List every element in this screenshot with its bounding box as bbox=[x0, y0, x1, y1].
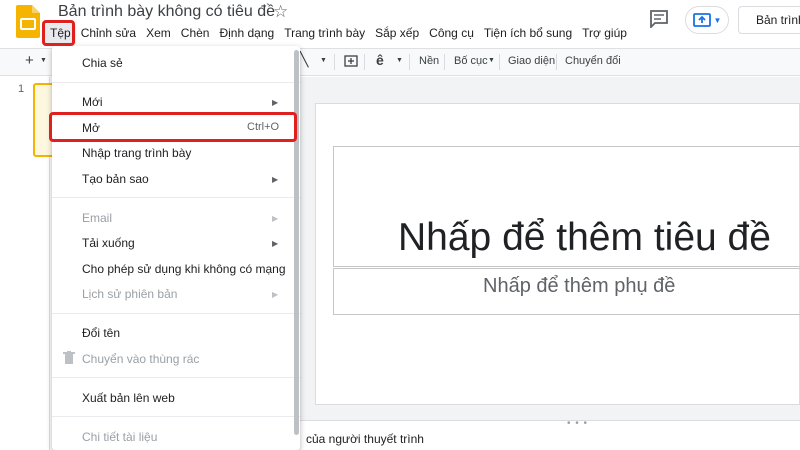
slides-app: Bản trình bày không có tiêu đề ☆ Tệp Chỉ… bbox=[0, 0, 800, 450]
toolbar-divider bbox=[556, 54, 557, 70]
menu-item-move-to-trash: Chuyển vào thùng rác bbox=[82, 352, 200, 366]
toolbar-divider bbox=[364, 54, 365, 70]
present-icon bbox=[692, 13, 711, 27]
menu-item-share[interactable]: Chia sẻ bbox=[82, 56, 123, 70]
new-slide-button[interactable]: + bbox=[25, 52, 34, 69]
notes-resize-handle[interactable]: • • • bbox=[567, 418, 588, 429]
toolbar-divider bbox=[444, 54, 445, 70]
transition-button[interactable]: Chuyển đổi bbox=[565, 55, 621, 67]
menu-help[interactable]: Trợ giúp bbox=[577, 24, 632, 44]
menu-item-offline[interactable]: Cho phép sử dụng khi không có mạng bbox=[82, 262, 286, 276]
menu-item-new[interactable]: Mới bbox=[82, 95, 103, 109]
comment-add-icon[interactable] bbox=[344, 55, 358, 69]
highlight-file-menu bbox=[42, 20, 75, 46]
menu-item-make-copy[interactable]: Tạo bản sao bbox=[82, 172, 149, 186]
slide-number: 1 bbox=[18, 83, 25, 95]
menu-item-download[interactable]: Tải xuống bbox=[82, 236, 135, 250]
menu-tools[interactable]: Công cụ bbox=[424, 24, 479, 44]
menu-item-document-details: Chi tiết tài liệu bbox=[82, 430, 158, 444]
comment-icon[interactable] bbox=[649, 10, 669, 28]
submenu-arrow-icon: ▶ bbox=[272, 175, 279, 184]
slideshow-button[interactable]: Bản trình chiếu bbox=[738, 6, 800, 34]
highlight-open-item bbox=[49, 112, 297, 142]
trash-icon bbox=[63, 351, 75, 364]
menu-arrange[interactable]: Sắp xếp bbox=[370, 24, 424, 44]
input-tools-icon[interactable]: ê bbox=[376, 52, 384, 68]
menu-item-publish-web[interactable]: Xuất bản lên web bbox=[82, 391, 175, 405]
menu-view[interactable]: Xem bbox=[141, 24, 176, 44]
star-icon[interactable]: ☆ bbox=[273, 2, 288, 22]
title-placeholder[interactable]: Nhấp để thêm tiêu đề bbox=[398, 216, 771, 260]
layout-chevron-icon[interactable]: ▼ bbox=[488, 57, 495, 64]
menu-divider bbox=[52, 82, 300, 83]
menu-bar: Tệp Chỉnh sửa Xem Chèn Định dạng Trang t… bbox=[45, 24, 632, 44]
menu-divider bbox=[52, 313, 300, 314]
menu-divider bbox=[52, 416, 300, 417]
new-slide-chevron-icon[interactable]: ▼ bbox=[40, 57, 47, 64]
speaker-notes-placeholder[interactable]: của người thuyết trình bbox=[306, 432, 424, 446]
menu-divider bbox=[52, 377, 300, 378]
menu-insert[interactable]: Chèn bbox=[176, 24, 215, 44]
submenu-arrow-icon: ▶ bbox=[272, 214, 279, 223]
input-tools-chevron-icon[interactable]: ▼ bbox=[396, 57, 403, 64]
slideshow-label: Bản trình chiếu bbox=[756, 13, 800, 27]
menu-item-rename[interactable]: Đổi tên bbox=[82, 326, 120, 340]
submenu-arrow-icon: ▶ bbox=[272, 98, 279, 107]
submenu-arrow-icon: ▶ bbox=[272, 239, 279, 248]
toolbar-divider bbox=[334, 54, 335, 70]
document-title[interactable]: Bản trình bày không có tiêu đề bbox=[58, 3, 275, 21]
menu-divider bbox=[52, 197, 300, 198]
layout-button[interactable]: Bố cục bbox=[454, 55, 488, 67]
menu-edit[interactable]: Chỉnh sửa bbox=[76, 24, 141, 44]
line-chevron-icon[interactable]: ▼ bbox=[320, 57, 327, 64]
subtitle-placeholder[interactable]: Nhấp để thêm phụ đề bbox=[483, 275, 675, 298]
menu-slide[interactable]: Trang trình bày bbox=[279, 24, 370, 44]
menu-item-import-slides[interactable]: Nhập trang trình bày bbox=[82, 146, 191, 160]
menu-format[interactable]: Định dạng bbox=[214, 24, 279, 44]
submenu-arrow-icon: ▶ bbox=[272, 290, 279, 299]
toolbar-divider bbox=[499, 54, 500, 70]
menu-item-email: Email bbox=[82, 211, 113, 225]
toolbar-divider bbox=[409, 54, 410, 70]
theme-button[interactable]: Giao diện bbox=[508, 55, 555, 67]
background-button[interactable]: Nền bbox=[419, 55, 439, 67]
menu-scrollbar[interactable] bbox=[294, 50, 299, 435]
present-options-button[interactable]: ▼ bbox=[685, 6, 729, 34]
menu-addons[interactable]: Tiện ích bổ sung bbox=[479, 24, 577, 44]
slides-logo-icon[interactable] bbox=[16, 5, 40, 38]
chevron-down-icon: ▼ bbox=[713, 15, 722, 25]
menu-item-version-history: Lịch sử phiên bản bbox=[82, 287, 178, 301]
line-icon[interactable]: ╲ bbox=[300, 51, 308, 68]
